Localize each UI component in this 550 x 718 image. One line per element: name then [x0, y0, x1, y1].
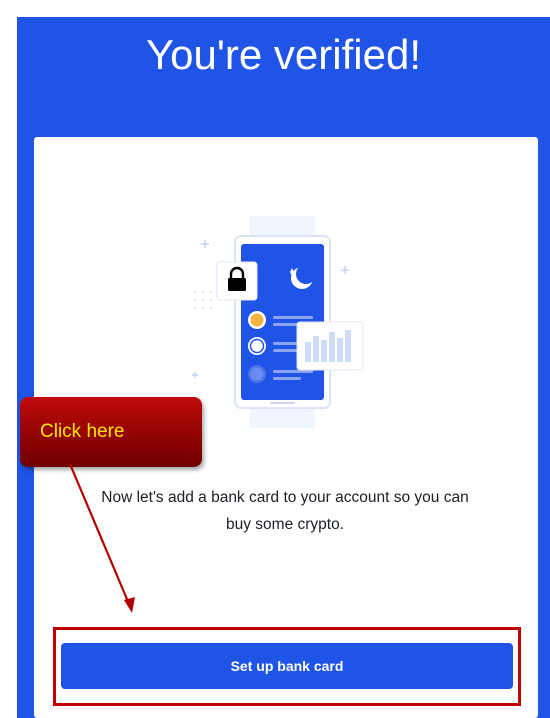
add-bank-card-message: Now let's add a bank card to your accoun…: [101, 489, 469, 533]
callout-label: Click here: [40, 421, 125, 442]
set-up-bank-card-button[interactable]: Set up bank card: [61, 643, 513, 689]
phone-wallet-illustration-icon: [192, 216, 364, 428]
page-title: You're verified!: [146, 31, 421, 78]
